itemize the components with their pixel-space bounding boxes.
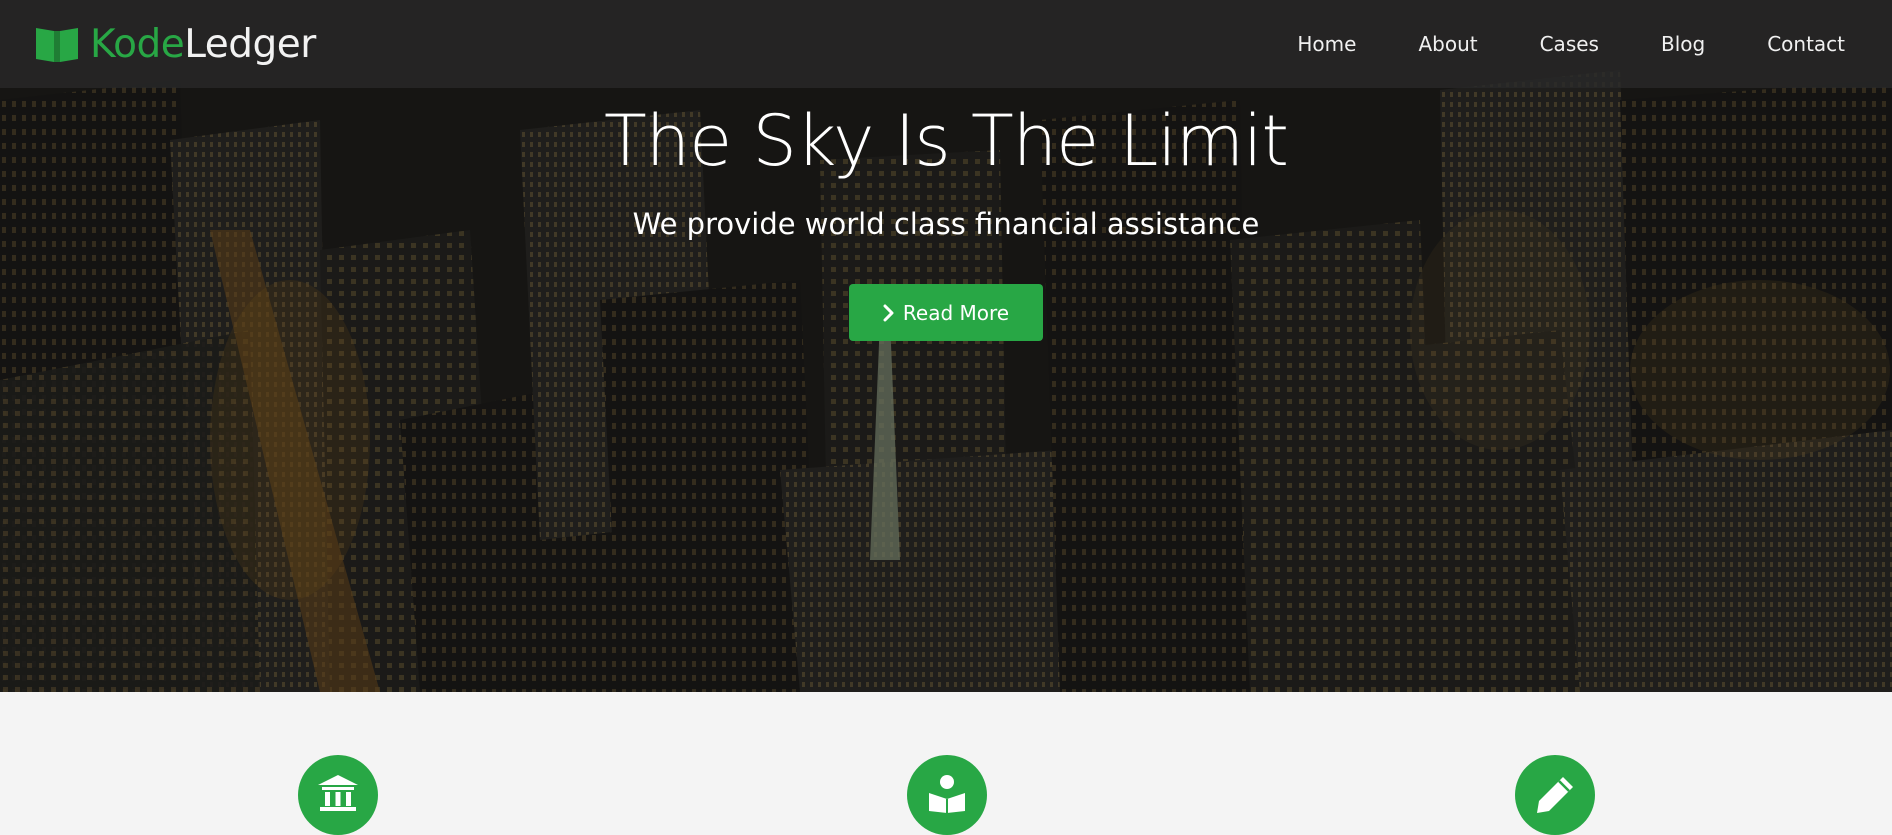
hero-section: KodeLedger Home About Cases Blog Contact…: [0, 0, 1892, 692]
nav-home-link[interactable]: Home: [1266, 32, 1387, 56]
read-more-button[interactable]: Read More: [849, 284, 1043, 341]
brand-name-suffix: Ledger: [184, 21, 316, 67]
nav-about-link[interactable]: About: [1387, 32, 1508, 56]
brand-name-prefix: Kode: [90, 21, 185, 67]
feature-pencil-circle: [1515, 755, 1595, 835]
chevron-right-icon: [883, 304, 894, 321]
bank-icon: [318, 775, 358, 811]
hero-title: The Sky Is The Limit: [604, 100, 1289, 182]
pencil-icon: [1537, 777, 1573, 813]
brand-name: KodeLedger: [90, 25, 316, 64]
hero-subtitle: We provide world class financial assista…: [632, 207, 1260, 241]
nav-contact-link[interactable]: Contact: [1736, 32, 1845, 56]
features-section: [0, 692, 1892, 835]
nav-blog-link[interactable]: Blog: [1630, 32, 1736, 56]
nav-cases-link[interactable]: Cases: [1509, 32, 1630, 56]
brand-logo-link[interactable]: KodeLedger: [34, 22, 316, 66]
read-more-button-label: Read More: [902, 300, 1010, 325]
hero-content: The Sky Is The Limit We provide world cl…: [0, 96, 1892, 341]
feature-reader-circle: [907, 755, 987, 835]
nav-links: Home About Cases Blog Contact: [1266, 0, 1845, 88]
feature-bank-circle: [298, 755, 378, 835]
book-icon: [36, 28, 78, 62]
top-navbar: KodeLedger Home About Cases Blog Contact: [0, 0, 1892, 88]
reader-icon: [929, 775, 965, 813]
